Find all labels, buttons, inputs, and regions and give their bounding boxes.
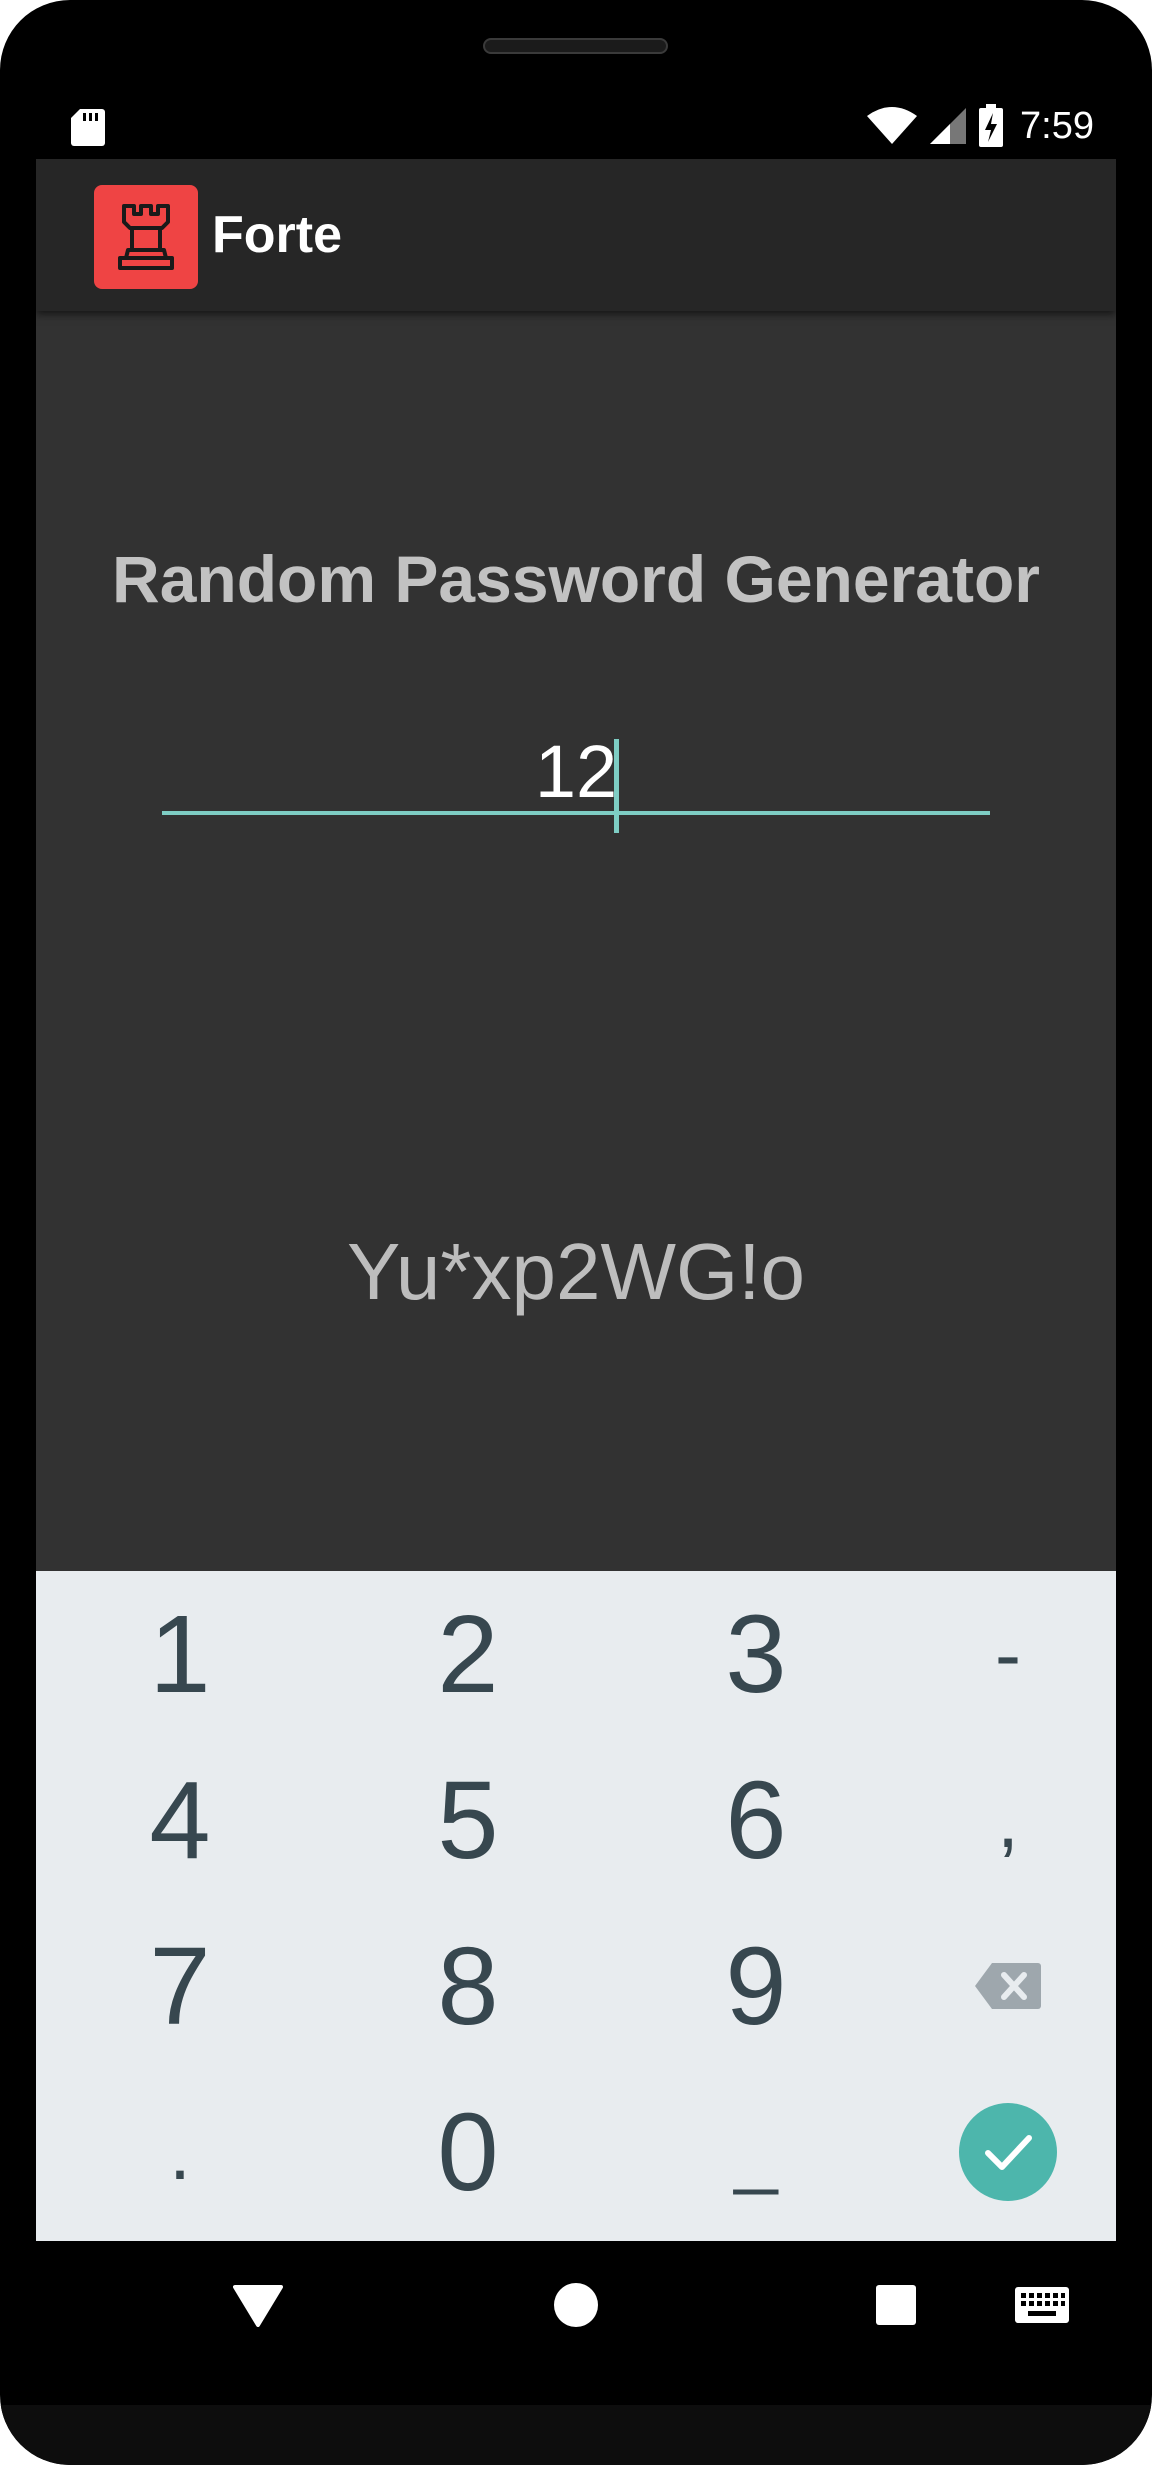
app-title: Forte (212, 206, 342, 264)
back-icon (233, 2285, 283, 2327)
key-3[interactable]: 3 (612, 1571, 900, 1737)
key-minus[interactable]: - (900, 1571, 1116, 1737)
key-2[interactable]: 2 (324, 1571, 612, 1737)
password-length-input[interactable] (162, 731, 990, 815)
status-icons: 7:59 (866, 103, 1094, 149)
main-content: Random Password Generator Yu*xp2WG!o (36, 311, 1116, 1571)
key-7[interactable]: 7 (36, 1903, 324, 2069)
checkmark-icon (959, 2103, 1057, 2201)
key-6[interactable]: 6 (612, 1737, 900, 1903)
sd-card-icon (71, 109, 105, 146)
screen: 7:59 Forte Random Password Generator 12 … (36, 93, 1116, 2369)
navigation-bar (36, 2241, 1116, 2369)
home-icon (554, 2283, 598, 2327)
recents-icon (876, 2285, 916, 2325)
key-5[interactable]: 5 (324, 1737, 612, 1903)
key-comma[interactable]: , (900, 1737, 1116, 1903)
generated-password: Yu*xp2WG!o (346, 1227, 805, 1316)
done-key[interactable] (900, 2069, 1116, 2235)
status-bar: 7:59 (36, 93, 1116, 159)
phone-frame: 7:59 Forte Random Password Generator 12 … (0, 0, 1152, 2465)
keyboard-switch-button[interactable] (1002, 2265, 1082, 2345)
key-9[interactable]: 9 (612, 1903, 900, 2069)
key-4[interactable]: 4 (36, 1737, 324, 1903)
backspace-key[interactable] (900, 1903, 1116, 2069)
numeric-keypad: 1 2 3 - 4 5 6 , 7 8 9 . 0 _ (36, 1571, 1116, 2241)
speaker-grille (483, 38, 668, 54)
status-time: 7:59 (1020, 104, 1094, 147)
back-button[interactable] (218, 2265, 298, 2345)
key-underscore[interactable]: _ (612, 2069, 900, 2235)
home-button[interactable] (536, 2265, 616, 2345)
key-period[interactable]: . (36, 2069, 324, 2235)
app-logo (94, 185, 198, 289)
recents-button[interactable] (856, 2265, 936, 2345)
page-heading: Random Password Generator (112, 542, 1040, 616)
key-1[interactable]: 1 (36, 1571, 324, 1737)
text-cursor (614, 739, 619, 833)
backspace-icon (975, 1963, 1041, 2009)
chess-rook-icon (118, 204, 174, 270)
app-bar: Forte (36, 159, 1116, 311)
cell-signal-icon (930, 108, 967, 144)
key-8[interactable]: 8 (324, 1903, 612, 2069)
keyboard-icon (1015, 2287, 1069, 2323)
battery-charging-icon (979, 104, 1004, 147)
key-0[interactable]: 0 (324, 2069, 612, 2235)
device-chin (0, 2405, 1152, 2465)
wifi-icon (867, 107, 918, 144)
